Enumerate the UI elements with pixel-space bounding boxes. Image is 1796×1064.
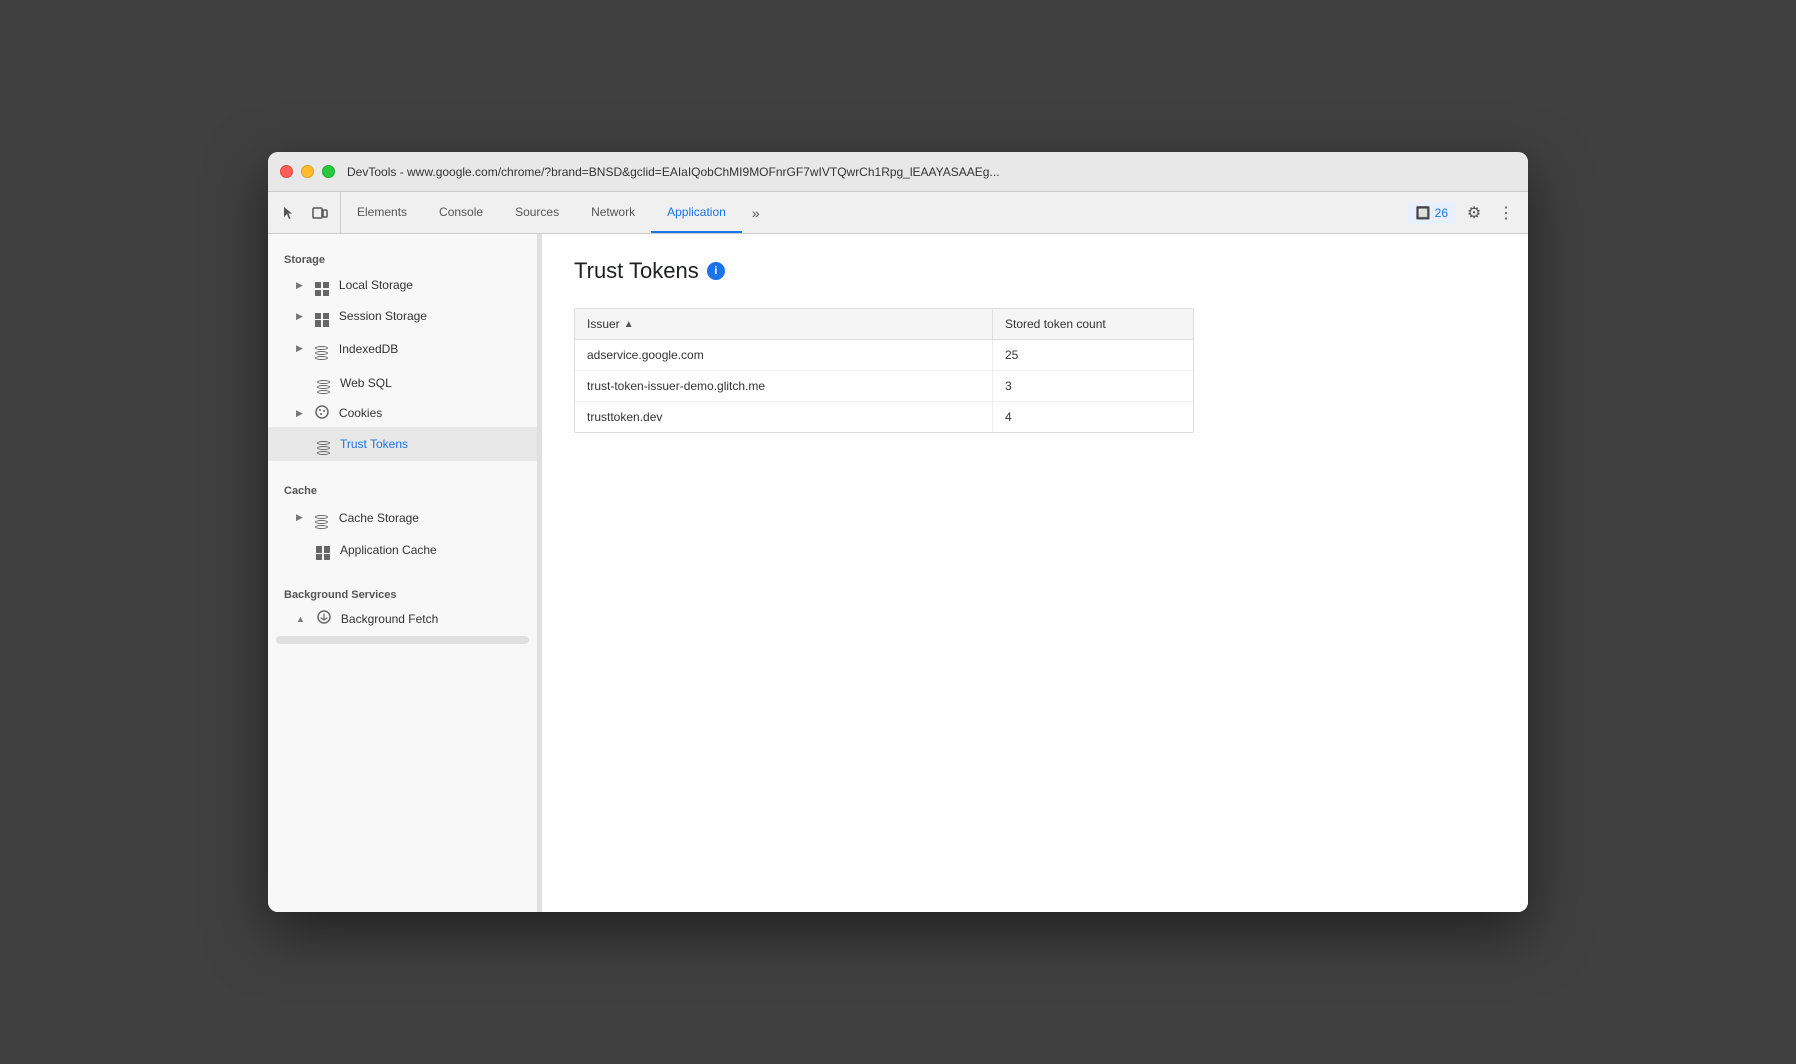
sort-arrow-icon: ▲ [624,319,634,330]
main-tabs-list: Elements Console Sources Network Applica… [341,192,1400,233]
table-row[interactable]: trust-token-issuer-demo.glitch.me 3 [575,371,1193,402]
sidebar-item-background-fetch[interactable]: ▲ Background Fetch [268,605,537,632]
column-header-issuer[interactable]: Issuer ▲ [575,309,993,339]
session-storage-icon [313,306,331,327]
feedback-count: 26 [1435,206,1448,220]
sidebar-item-websql[interactable]: Web SQL [268,366,537,400]
arrow-icon: ▶ [296,512,303,523]
tab-console[interactable]: Console [423,192,499,233]
background-section-header: Background Services [268,581,537,605]
tab-sources[interactable]: Sources [499,192,575,233]
table-row[interactable]: trusttoken.dev 4 [575,402,1193,432]
column-header-token-count[interactable]: Stored token count [993,309,1193,339]
arrow-icon: ▶ [296,311,303,322]
page-title-row: Trust Tokens i [574,258,1496,284]
devtools-tabs-bar: Elements Console Sources Network Applica… [268,192,1528,234]
td-issuer: trust-token-issuer-demo.glitch.me [575,371,993,401]
app-cache-icon [314,540,332,561]
sidebar-item-session-storage[interactable]: ▶ Session Storage [268,301,537,332]
td-count: 3 [993,371,1193,401]
cursor-icon[interactable] [276,201,300,225]
arrow-icon: ▶ [296,408,303,419]
settings-icon[interactable]: ⚙ [1460,199,1488,227]
info-icon[interactable]: i [707,262,725,280]
tab-actions-group: 🔲 26 ⚙ ⋮ [1400,192,1528,233]
more-options-icon[interactable]: ⋮ [1492,199,1520,227]
maximize-button[interactable] [322,165,335,178]
close-button[interactable] [280,165,293,178]
main-content: Storage ▶ Local Storage ▶ Session Storag… [268,234,1528,912]
arrow-icon: ▶ [296,343,303,354]
sidebar-item-application-cache[interactable]: Application Cache [268,535,537,566]
table-header: Issuer ▲ Stored token count [575,309,1193,340]
sidebar-scrollbar[interactable] [276,636,529,644]
devtools-window: DevTools - www.google.com/chrome/?brand=… [268,152,1528,912]
local-storage-icon [313,275,331,296]
sidebar: Storage ▶ Local Storage ▶ Session Storag… [268,234,538,912]
sidebar-item-cache-storage[interactable]: ▶ Cache Storage [268,501,537,535]
tab-elements[interactable]: Elements [341,192,423,233]
device-toggle-icon[interactable] [308,201,332,225]
cache-section-header: Cache [268,477,537,501]
sidebar-item-local-storage[interactable]: ▶ Local Storage [268,270,537,301]
traffic-lights [280,165,335,178]
td-count: 25 [993,340,1193,370]
td-issuer: adservice.google.com [575,340,993,370]
more-tabs-button[interactable]: » [742,192,770,233]
background-fetch-icon [315,610,333,627]
arrow-icon: ▲ [296,614,305,624]
minimize-button[interactable] [301,165,314,178]
title-bar: DevTools - www.google.com/chrome/?brand=… [268,152,1528,192]
websql-icon [314,371,332,395]
sidebar-item-indexeddb[interactable]: ▶ IndexedDB [268,332,537,366]
trust-tokens-icon [314,432,332,456]
sidebar-item-trust-tokens[interactable]: Trust Tokens [268,427,537,461]
background-fetch-label: Background Fetch [341,612,438,626]
td-count: 4 [993,402,1193,432]
tab-icon-group [268,192,341,233]
sidebar-item-cookies[interactable]: ▶ Cookies [268,400,537,427]
tab-network[interactable]: Network [575,192,651,233]
feedback-badge[interactable]: 🔲 26 [1408,202,1456,224]
storage-section-header: Storage [268,246,537,270]
page-title: Trust Tokens [574,258,699,284]
content-area: Trust Tokens i Issuer ▲ Stored token cou… [542,234,1528,912]
tab-application[interactable]: Application [651,192,742,233]
table-row[interactable]: adservice.google.com 25 [575,340,1193,371]
feedback-icon: 🔲 [1416,206,1431,220]
indexeddb-icon [313,337,331,361]
window-title: DevTools - www.google.com/chrome/?brand=… [347,165,1516,179]
cookies-icon [313,405,331,422]
td-issuer: trusttoken.dev [575,402,993,432]
trust-tokens-table: Issuer ▲ Stored token count adservice.go… [574,308,1194,433]
cache-storage-icon [313,506,331,530]
arrow-icon: ▶ [296,280,303,291]
